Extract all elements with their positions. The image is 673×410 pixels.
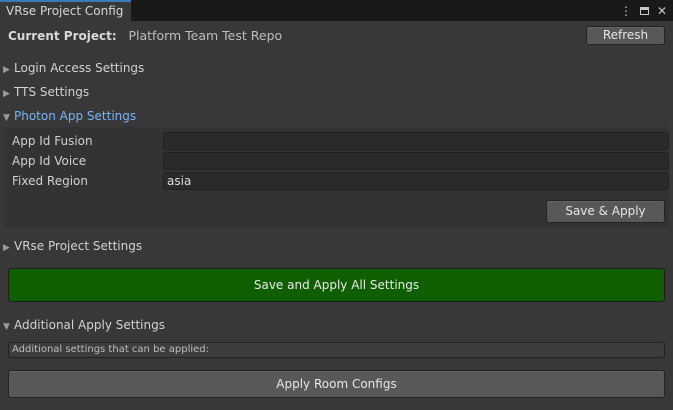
fixed-region-field[interactable]: asia — [163, 172, 669, 190]
current-project-label: Current Project: — [8, 29, 117, 43]
foldout-label: TTS Settings — [14, 85, 90, 99]
current-project-value: Platform Team Test Repo — [128, 28, 283, 43]
window-tab-bar: VRse Project Config ⋮ ✕ — [0, 0, 673, 21]
save-apply-button[interactable]: Save & Apply — [546, 200, 665, 223]
foldout-label: Login Access Settings — [14, 61, 145, 75]
foldout-label: Additional Apply Settings — [14, 318, 165, 332]
additional-settings-help-box: Additional settings that can be applied: — [8, 342, 665, 358]
config-panel: Current Project: Platform Team Test Repo… — [0, 21, 673, 410]
app-id-fusion-label: App Id Fusion — [12, 134, 93, 148]
save-apply-all-button[interactable]: Save and Apply All Settings — [8, 268, 665, 302]
foldout-vrse-project-settings[interactable]: ▶ VRse Project Settings — [3, 239, 142, 253]
window-tab-title: VRse Project Config — [6, 4, 124, 18]
foldout-additional-apply-settings[interactable]: ▼ Additional Apply Settings — [3, 318, 165, 332]
close-icon[interactable]: ✕ — [657, 4, 667, 18]
apply-room-configs-button[interactable]: Apply Room Configs — [8, 370, 665, 398]
app-id-voice-label: App Id Voice — [12, 154, 87, 168]
kebab-menu-icon[interactable]: ⋮ — [620, 4, 632, 18]
photon-settings-panel: App Id Fusion App Id Voice Fixed Region … — [4, 127, 669, 227]
foldout-expanded-arrow-icon: ▼ — [3, 322, 10, 332]
foldout-label: Photon App Settings — [14, 109, 137, 123]
window-tab[interactable]: VRse Project Config — [0, 0, 131, 21]
foldout-login-access-settings[interactable]: ▶ Login Access Settings — [3, 61, 144, 75]
foldout-photon-app-settings[interactable]: ▼ Photon App Settings — [3, 109, 136, 123]
foldout-tts-settings[interactable]: ▶ TTS Settings — [3, 85, 89, 99]
maximize-icon[interactable] — [639, 6, 649, 15]
app-id-voice-field[interactable] — [163, 152, 669, 170]
foldout-expanded-arrow-icon: ▼ — [3, 113, 10, 123]
app-id-fusion-field[interactable] — [163, 132, 669, 150]
refresh-button[interactable]: Refresh — [586, 26, 665, 45]
foldout-collapsed-arrow-icon: ▶ — [3, 65, 10, 75]
current-project-row: Current Project: Platform Team Test Repo — [8, 28, 282, 43]
foldout-collapsed-arrow-icon: ▶ — [3, 89, 10, 99]
foldout-label: VRse Project Settings — [14, 239, 143, 253]
window-controls: ⋮ ✕ — [620, 2, 667, 19]
fixed-region-label: Fixed Region — [12, 174, 88, 188]
foldout-collapsed-arrow-icon: ▶ — [3, 243, 10, 253]
